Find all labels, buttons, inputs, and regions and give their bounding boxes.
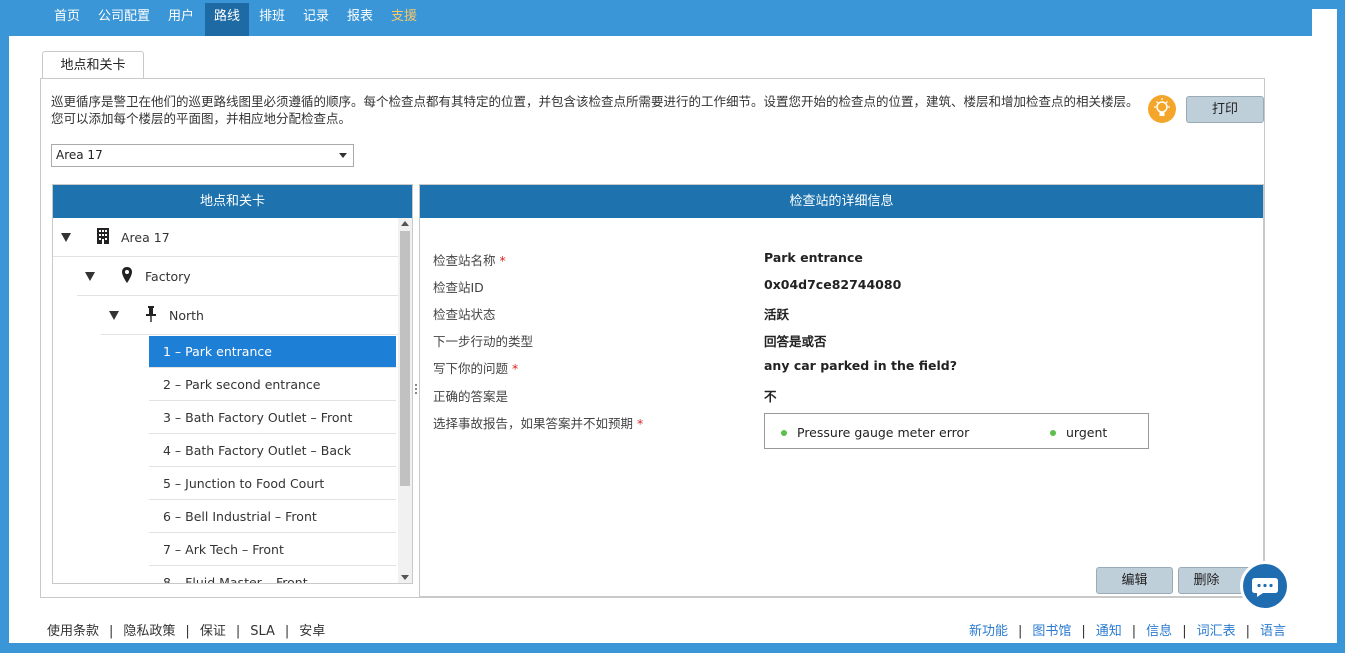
chat-bubble-icon[interactable] bbox=[1240, 561, 1290, 611]
value-checkpoint-id: 0x04d7ce82744080 bbox=[764, 277, 902, 292]
building-icon bbox=[96, 227, 110, 248]
footer-link-privacy[interactable]: 隐私政策 bbox=[123, 624, 175, 639]
scroll-down-arrow-icon[interactable] bbox=[401, 575, 409, 580]
details-header: 检查站的详细信息 bbox=[420, 185, 1263, 218]
tree-area-label: Area 17 bbox=[121, 230, 170, 245]
footer-link-library[interactable]: 图书馆 bbox=[1032, 624, 1071, 639]
page-description: 巡更循序是警卫在他们的巡更路线图里必须遵循的顺序。每个检查点都有其特定的位置，并… bbox=[51, 94, 1139, 126]
checkpoint-item[interactable]: 2 – Park second entrance bbox=[149, 369, 396, 401]
incident-type: Pressure gauge meter error bbox=[797, 425, 970, 440]
tree-node-floor[interactable]: North bbox=[101, 296, 398, 335]
footer-link-terms[interactable]: 使用条款 bbox=[47, 624, 99, 639]
footer-left-links: 使用条款 | 隐私政策 | 保证 | SLA | 安卓 bbox=[47, 624, 326, 639]
tip-bulb-icon[interactable] bbox=[1148, 95, 1176, 123]
value-checkpoint-status: 活跃 bbox=[764, 307, 790, 322]
checkpoint-details-panel: 检查站的详细信息 检查站名称 * Park entrance 检查站ID 0x0… bbox=[419, 184, 1264, 597]
label-question: 写下你的问题 * bbox=[433, 361, 519, 376]
incident-priority: urgent bbox=[1066, 425, 1108, 440]
footer-link-language[interactable]: 语言 bbox=[1260, 624, 1286, 639]
scrollbar-thumb[interactable] bbox=[400, 231, 410, 486]
nav-reports[interactable]: 报表 bbox=[340, 3, 380, 36]
tree-floor-label: North bbox=[169, 308, 204, 323]
footer-link-info[interactable]: 信息 bbox=[1146, 624, 1172, 639]
locations-tree-panel: 地点和关卡 Area 17 Factory North 1 – Park ent… bbox=[52, 184, 413, 584]
label-checkpoint-status: 检查站状态 bbox=[433, 307, 496, 322]
collapse-toggle-icon[interactable] bbox=[109, 311, 119, 320]
edit-button[interactable]: 编辑 bbox=[1096, 567, 1173, 594]
tree-header: 地点和关卡 bbox=[53, 185, 412, 218]
tree-building-label: Factory bbox=[145, 269, 191, 284]
nav-routes[interactable]: 路线 bbox=[205, 3, 249, 36]
map-pin-icon bbox=[121, 266, 133, 287]
label-next-action: 下一步行动的类型 bbox=[433, 334, 534, 349]
nav-scheduling[interactable]: 排班 bbox=[252, 3, 292, 36]
tree-node-building[interactable]: Factory bbox=[77, 257, 398, 296]
nav-records[interactable]: 记录 bbox=[296, 3, 336, 36]
area-select-value: Area 17 bbox=[56, 148, 103, 162]
checkpoint-item[interactable]: 3 – Bath Factory Outlet – Front bbox=[149, 402, 396, 434]
nav-company-config[interactable]: 公司配置 bbox=[93, 3, 155, 36]
nav-home[interactable]: 首页 bbox=[47, 3, 87, 36]
checkpoint-item[interactable]: 6 – Bell Industrial – Front bbox=[149, 501, 396, 533]
status-dot-icon bbox=[781, 430, 787, 436]
panel-resize-handle[interactable] bbox=[414, 382, 418, 400]
top-nav: 首页 公司配置 用户 路线 排班 记录 报表 支援 bbox=[9, 3, 1312, 36]
value-question: any car parked in the field? bbox=[764, 358, 957, 373]
label-correct-answer: 正确的答案是 bbox=[433, 389, 509, 404]
collapse-toggle-icon[interactable] bbox=[85, 272, 95, 281]
checkpoint-item[interactable]: 5 – Junction to Food Court bbox=[149, 468, 396, 500]
tree-scrollbar[interactable] bbox=[398, 218, 412, 583]
tree-node-area[interactable]: Area 17 bbox=[53, 218, 398, 257]
footer-link-android[interactable]: 安卓 bbox=[299, 624, 325, 639]
value-next-action: 回答是或否 bbox=[764, 334, 827, 349]
area-select[interactable]: Area 17 bbox=[51, 144, 354, 167]
label-checkpoint-name: 检查站名称 * bbox=[433, 253, 506, 268]
checkpoint-item[interactable]: 8 – Fluid Master – Front bbox=[149, 567, 396, 583]
incident-report-box: Pressure gauge meter error urgent bbox=[764, 413, 1149, 449]
footer-right-links: 新功能 | 图书馆 | 通知 | 信息 | 词汇表 | 语言 bbox=[968, 624, 1286, 639]
tab-locations-checkpoints[interactable]: 地点和关卡 bbox=[42, 51, 144, 79]
footer-link-warranty[interactable]: 保证 bbox=[200, 624, 226, 639]
footer-link-sla[interactable]: SLA bbox=[250, 624, 275, 639]
chevron-down-icon bbox=[339, 153, 347, 158]
value-correct-answer: 不 bbox=[764, 389, 777, 404]
pushpin-icon bbox=[145, 305, 157, 326]
collapse-toggle-icon[interactable] bbox=[61, 233, 71, 242]
scroll-up-arrow-icon[interactable] bbox=[401, 221, 409, 226]
checkpoint-item[interactable]: 1 – Park entrance bbox=[149, 336, 396, 368]
label-checkpoint-id: 检查站ID bbox=[433, 280, 484, 295]
checkpoint-item[interactable]: 7 – Ark Tech – Front bbox=[149, 534, 396, 566]
label-incident-report: 选择事故报告，如果答案并不如预期 * bbox=[433, 416, 644, 431]
footer-link-notifications[interactable]: 通知 bbox=[1096, 624, 1122, 639]
checkpoint-item[interactable]: 4 – Bath Factory Outlet – Back bbox=[149, 435, 396, 467]
nav-users[interactable]: 用户 bbox=[161, 3, 201, 36]
value-checkpoint-name: Park entrance bbox=[764, 250, 863, 265]
nav-support[interactable]: 支援 bbox=[384, 3, 424, 36]
footer-link-glossary[interactable]: 词汇表 bbox=[1197, 624, 1236, 639]
print-button[interactable]: 打印 bbox=[1186, 96, 1264, 123]
footer-link-new-features[interactable]: 新功能 bbox=[969, 624, 1008, 639]
status-dot-icon bbox=[1050, 430, 1056, 436]
